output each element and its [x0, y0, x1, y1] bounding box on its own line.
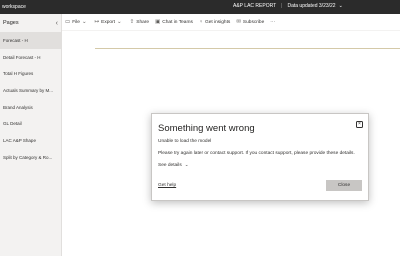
error-message: Unable to load the model	[158, 139, 212, 144]
top-bar: workspace A&P LAC REPORT | Data updated …	[0, 0, 400, 14]
report-name: A&P LAC REPORT	[233, 3, 277, 9]
export-label: Export	[101, 19, 116, 25]
chevron-down-icon: ⌄	[81, 19, 87, 25]
see-details-label: See details	[158, 162, 182, 168]
pages-title: Pages	[3, 20, 19, 26]
see-details-toggle[interactable]: See details ⌄	[158, 162, 189, 168]
error-dialog: Something went wrong × Unable to load th…	[151, 113, 369, 201]
dialog-title: Something went wrong	[158, 123, 255, 134]
page-item-detail-forecast-h[interactable]: Detail Forecast - H	[0, 49, 61, 66]
chevron-down-icon: ⌄	[184, 162, 189, 167]
page-item-actuals-summary[interactable]: Actuals Summary by M...	[0, 82, 61, 99]
action-bar: ▭ File ⌄ ↦ Export ⌄ ⇪ Share ▣ Chat in Te…	[62, 14, 400, 31]
close-button[interactable]: Close	[326, 180, 362, 191]
chat-in-teams-button[interactable]: ▣ Chat in Teams	[155, 19, 193, 25]
close-icon[interactable]: ×	[356, 121, 363, 128]
page-item-total-h-figures[interactable]: Total H Figures	[0, 65, 61, 82]
pages-header: Pages ‹	[0, 14, 61, 32]
get-help-link[interactable]: Get help	[158, 183, 176, 188]
page-item-gl-detail[interactable]: GL Detail	[0, 115, 61, 132]
page-item-forecast-h[interactable]: Forecast - H	[0, 32, 61, 49]
lightbulb-icon: ♀	[198, 19, 203, 25]
chat-label: Chat in Teams	[162, 19, 193, 25]
export-menu-button[interactable]: ↦ Export ⌄	[95, 19, 124, 25]
error-instruction: Please try again later or contact suppor…	[158, 151, 355, 156]
collapse-icon[interactable]: ‹	[56, 20, 58, 27]
chevron-down-icon: ⌄	[117, 19, 122, 25]
share-button[interactable]: ⇪ Share	[130, 19, 149, 25]
export-icon: ↦	[94, 19, 100, 25]
pages-pane: Pages ‹ Forecast - H Detail Forecast - H…	[0, 14, 62, 256]
share-icon: ⇪	[129, 19, 135, 25]
page-item-split-by-category[interactable]: Split by Category & Ro...	[0, 149, 61, 166]
share-label: Share	[136, 19, 150, 25]
subscribe-button[interactable]: ✉ Subscribe	[236, 19, 264, 25]
teams-icon: ▣	[155, 19, 161, 25]
insights-label: Get insights	[204, 19, 231, 25]
file-menu-button[interactable]: ▭ File ⌄	[65, 19, 89, 25]
page-item-brand-analysis[interactable]: Brand Analysis	[0, 99, 61, 116]
report-title-area[interactable]: A&P LAC REPORT | Data updated 3/23/22 ⌄	[233, 3, 343, 9]
mail-icon: ✉	[236, 19, 241, 25]
title-separator: |	[281, 3, 283, 9]
chevron-down-icon[interactable]: ⌄	[339, 3, 343, 9]
file-label: File	[72, 19, 80, 25]
file-icon: ▭	[65, 19, 71, 25]
data-updated-label: Data updated 3/23/22	[287, 3, 336, 9]
page-item-lac-ap-shape[interactable]: LAC A&P Shape	[0, 132, 61, 149]
subscribe-label: Subscribe	[242, 19, 265, 25]
report-canvas-divider	[95, 48, 400, 49]
more-options-button[interactable]: ···	[270, 20, 275, 25]
get-insights-button[interactable]: ♀ Get insights	[199, 19, 230, 25]
workspace-label[interactable]: workspace	[2, 4, 26, 10]
